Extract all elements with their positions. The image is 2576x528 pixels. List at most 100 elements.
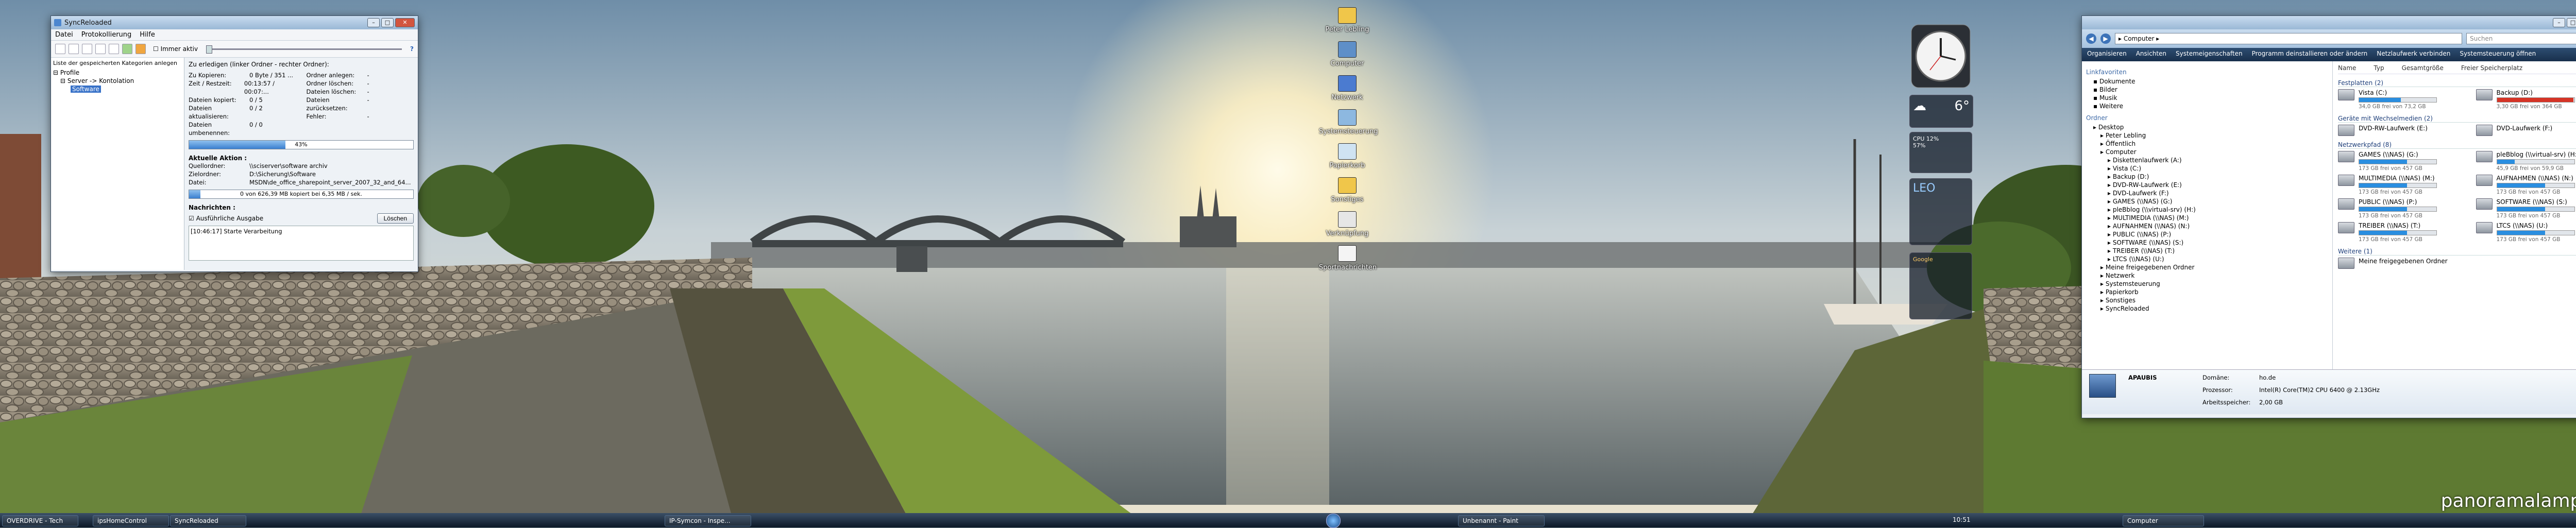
drive-item[interactable]: LTCS (\\NAS) (U:)173 GB frei von 457 GB (2476, 222, 2576, 243)
save-icon[interactable] (82, 44, 92, 54)
drive-item[interactable]: SOFTWARE (\\NAS) (S:)173 GB frei von 457… (2476, 198, 2576, 219)
taskbar-item[interactable]: SyncReloaded (170, 515, 246, 526)
folder-tree-item[interactable]: ▸ GAMES (\\NAS) (G:) (2086, 197, 2328, 206)
command-item[interactable]: Netzlaufwerk verbinden (2377, 50, 2450, 59)
folder-tree-item[interactable]: ▸ Öffentlich (2086, 140, 2328, 148)
syncreloaded-window[interactable]: SyncReloaded – □ ✕ Datei Protokollierung… (50, 15, 418, 272)
tree-profile[interactable]: ⊟ Profile (53, 69, 182, 77)
speed-slider[interactable] (206, 48, 402, 50)
folder-tree-item[interactable]: ▸ Diskettenlaufwerk (A:) (2086, 156, 2328, 164)
folder-tree-item[interactable]: ▸ Desktop (2086, 123, 2328, 131)
taskbar-item[interactable]: ipsHomeControl (93, 515, 169, 526)
folder-tree-item[interactable]: ▸ LTCS (\\NAS) (U:) (2086, 255, 2328, 263)
folder-tree-item[interactable]: ▸ Meine freigegebenen Ordner (2086, 263, 2328, 271)
desktop-icon[interactable]: Peter Lebling (1319, 7, 1376, 33)
weather-gadget[interactable]: ☁ 6° (1909, 95, 1973, 128)
forward-icon[interactable]: ▶ (2100, 33, 2111, 44)
copy-icon[interactable] (95, 44, 106, 54)
drive-item[interactable]: DVD-RW-Laufwerk (E:) (2338, 125, 2461, 136)
folder-tree-item[interactable]: ▸ SOFTWARE (\\NAS) (S:) (2086, 239, 2328, 247)
new-icon[interactable] (55, 44, 65, 54)
taskbar-item[interactable]: IP-Symcon - Inspe... (665, 515, 751, 526)
drive-item[interactable]: DVD-Laufwerk (F:) (2476, 125, 2576, 136)
desktop-icon[interactable]: Sonstiges (1319, 177, 1376, 203)
folder-tree-item[interactable]: ▸ Vista (C:) (2086, 164, 2328, 173)
folder-tree-item[interactable]: ▸ DVD-RW-Laufwerk (E:) (2086, 181, 2328, 189)
folder-tree-item[interactable]: ▸ DVD-Laufwerk (F:) (2086, 189, 2328, 197)
maximize-button[interactable]: □ (381, 18, 394, 27)
maximize-button[interactable]: □ (2567, 18, 2576, 27)
clock-gadget[interactable] (1909, 23, 1972, 90)
column-header[interactable]: Freier Speicherplatz (2461, 64, 2522, 72)
always-active-checkbox[interactable]: ☐ Immer aktiv (153, 45, 198, 53)
taskbar-item[interactable]: Unbenannt - Paint (1458, 515, 1545, 526)
drive-item[interactable]: PUBLIC (\\NAS) (P:)173 GB frei von 457 G… (2338, 198, 2461, 219)
open-icon[interactable] (69, 44, 79, 54)
folder-tree-item[interactable]: ▸ AUFNAHMEN (\\NAS) (N:) (2086, 222, 2328, 230)
favorite-link[interactable]: ▪ Musik (2086, 94, 2328, 102)
folder-tree-item[interactable]: ▸ PUBLIC (\\NAS) (P:) (2086, 230, 2328, 239)
command-item[interactable]: Systemeigenschaften (2176, 50, 2243, 59)
close-button[interactable]: ✕ (395, 18, 415, 27)
start-orb-icon[interactable] (1326, 514, 1341, 528)
drive-item[interactable]: Backup (D:)3,30 GB frei von 364 GB (2476, 89, 2576, 110)
desktop-icon[interactable]: Papierkorb (1319, 143, 1376, 169)
taskbar-item[interactable]: Computer (2123, 515, 2204, 526)
command-item[interactable]: Ansichten (2136, 50, 2166, 59)
tree-software[interactable]: Software (53, 85, 182, 93)
column-header[interactable]: Gesamtgröße (2402, 64, 2444, 72)
clear-button[interactable]: Löschen (377, 213, 414, 224)
folder-tree-item[interactable]: ▸ Computer (2086, 148, 2328, 156)
folder-tree-item[interactable]: ▸ Netzwerk (2086, 271, 2328, 280)
tree-server[interactable]: ⊟ Server -> Kontolation (53, 77, 182, 85)
menu-hilfe[interactable]: Hilfe (140, 31, 155, 39)
desktop-icon[interactable]: Verknüpfung (1319, 211, 1376, 237)
desktop-icon[interactable]: Netzwerk (1319, 75, 1376, 101)
favorite-link[interactable]: ▪ Bilder (2086, 86, 2328, 94)
folder-tree-item[interactable]: ▸ Backup (D:) (2086, 173, 2328, 181)
explorer-titlebar[interactable]: – □ ✕ (2082, 16, 2576, 29)
command-item[interactable]: Programm deinstallieren oder ändern (2252, 50, 2368, 59)
desktop-icon[interactable]: Systemsteuerung (1319, 109, 1376, 135)
drive-item[interactable]: MULTIMEDIA (\\NAS) (M:)173 GB frei von 4… (2338, 175, 2461, 195)
drive-item[interactable]: Meine freigegebenen Ordner (2338, 258, 2461, 269)
folder-tree-item[interactable]: ▸ MULTIMEDIA (\\NAS) (M:) (2086, 214, 2328, 222)
tray-clock[interactable]: 10:51 (1953, 516, 1971, 523)
drive-item[interactable]: AUFNAHMEN (\\NAS) (N:)173 GB frei von 45… (2476, 175, 2576, 195)
desktop-icon[interactable]: Computer (1319, 41, 1376, 67)
drive-item[interactable]: GAMES (\\NAS) (G:)173 GB frei von 457 GB (2338, 151, 2461, 172)
verbose-checkbox[interactable]: ☑ Ausführliche Ausgabe (189, 215, 263, 222)
folder-tree-item[interactable]: ▸ Sonstiges (2086, 296, 2328, 304)
folder-tree-item[interactable]: ▸ Papierkorb (2086, 288, 2328, 296)
feed-gadget[interactable]: LEO (1909, 178, 1972, 245)
delete-icon[interactable] (109, 44, 119, 54)
sync-titlebar[interactable]: SyncReloaded – □ ✕ (51, 16, 418, 29)
menu-protokollierung[interactable]: Protokollierung (81, 31, 132, 39)
back-icon[interactable]: ◀ (2086, 33, 2096, 44)
minimize-button[interactable]: – (2553, 18, 2565, 27)
desktop-icon[interactable]: Sportnachrichten (1319, 245, 1376, 271)
drive-item[interactable]: Vista (C:)34,0 GB frei von 73,2 GB (2338, 89, 2461, 110)
play-icon[interactable] (122, 44, 132, 54)
folder-tree-item[interactable]: ▸ TREIBER (\\NAS) (T:) (2086, 247, 2328, 255)
drive-item[interactable]: pleBblog (\\virtual-srv) (H:)45,9 GB fre… (2476, 151, 2576, 172)
column-header[interactable]: Name (2338, 64, 2356, 72)
menu-datei[interactable]: Datei (55, 31, 73, 39)
favorite-link[interactable]: ▪ Weitere (2086, 102, 2328, 110)
explorer-window[interactable]: – □ ✕ ◀ ▶ ▸ Computer ▸ Suchen Organisier… (2081, 15, 2576, 418)
drive-item[interactable]: TREIBER (\\NAS) (T:)173 GB frei von 457 … (2338, 222, 2461, 243)
folder-tree-item[interactable]: ▸ SyncReloaded (2086, 304, 2328, 313)
folder-tree-item[interactable]: ▸ Peter Lebling (2086, 131, 2328, 140)
command-item[interactable]: Systemsteuerung öffnen (2460, 50, 2536, 59)
help-icon[interactable]: ? (410, 45, 414, 53)
favorite-link[interactable]: ▪ Dokumente (2086, 77, 2328, 86)
address-field[interactable]: ▸ Computer ▸ (2115, 33, 2462, 44)
minimize-button[interactable]: – (367, 18, 380, 27)
stop-icon[interactable] (135, 44, 146, 54)
search-input[interactable]: Suchen (2466, 33, 2576, 44)
slider-thumb[interactable] (206, 45, 212, 54)
search-gadget[interactable]: Google (1909, 252, 1972, 319)
taskbar-item[interactable]: OVERDRIVE - Tech (2, 515, 78, 526)
column-header[interactable]: Typ (2374, 64, 2384, 72)
command-item[interactable]: Organisieren (2087, 50, 2127, 59)
